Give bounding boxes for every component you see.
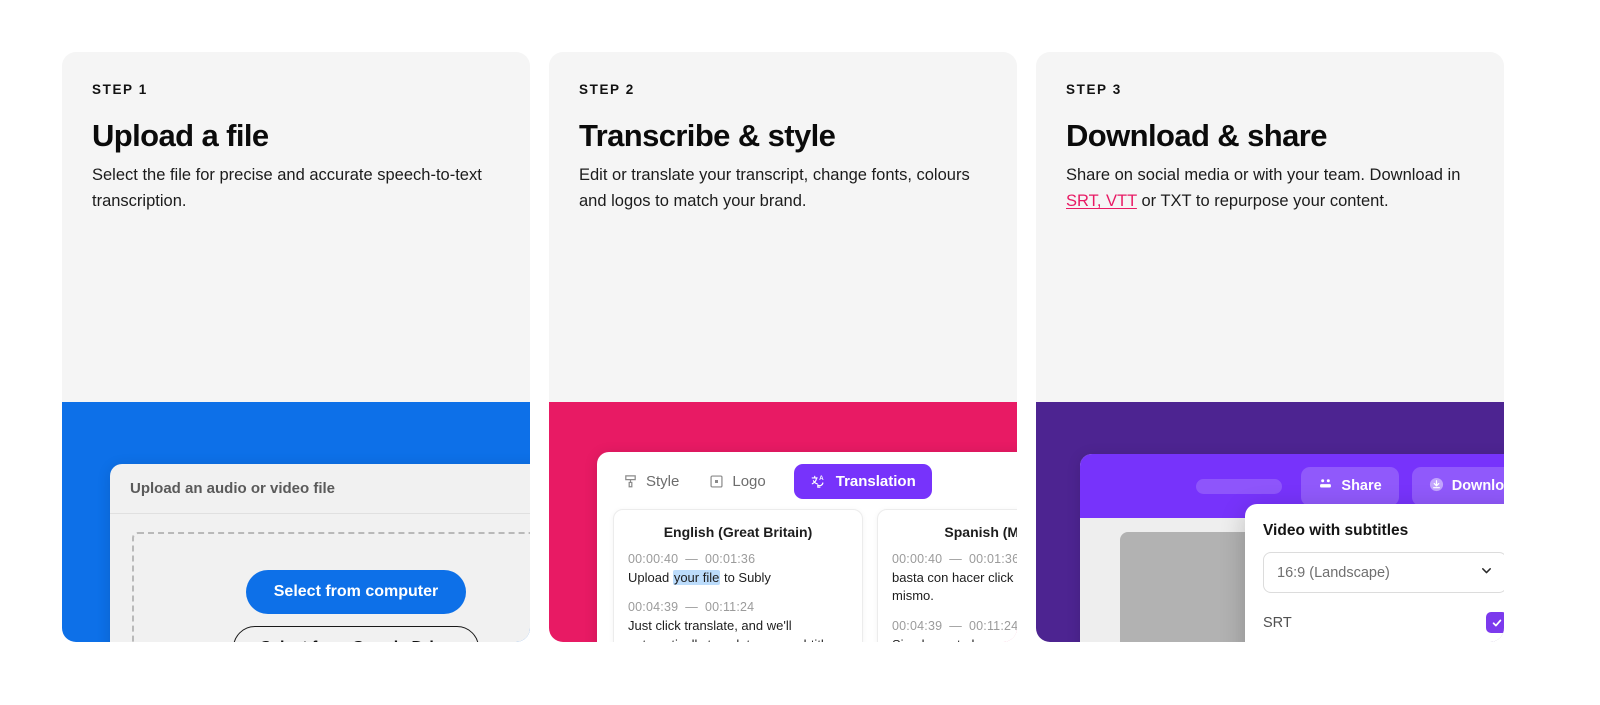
tool-style-label: Style [646, 473, 680, 490]
select-from-computer-button[interactable]: Select from computer [245, 570, 467, 614]
cue-start: 00:04:39 [892, 618, 943, 633]
editor-panel: Style Logo A Translation English (Great … [597, 452, 1017, 642]
download-options-panel: Video with subtitles 16:9 (Landscape) SR… [1245, 504, 1504, 642]
tool-translation[interactable]: A Translation [793, 464, 932, 499]
description-part-2: or TXT to repurpose your content. [1136, 192, 1389, 211]
cue-start: 00:04:39 [628, 600, 679, 615]
cue-text: Upload your file to Subly [628, 569, 848, 587]
cue-text-highlight: your file [672, 570, 721, 585]
cue-dash: — [949, 618, 962, 633]
step-card-3: STEP 3 Download & share Share on social … [1036, 52, 1504, 642]
cue-end: 00:01:36 [704, 552, 756, 566]
transcript-cue[interactable]: 00:04:39 — 00:11:24 Just click translate, … [628, 600, 848, 642]
cue-start: 00:00:40 [628, 552, 679, 566]
cue-text-after: to Subly [720, 570, 771, 585]
transcript-column-english[interactable]: English (Great Britain) 00:00:40 — 00:01:3… [613, 509, 863, 642]
cue-timecode: 00:00:40 — 00:01:36 [628, 552, 848, 566]
transcript-cue[interactable]: 00:00:40 — 00:01:36 basta con hacer click … [892, 552, 1017, 606]
chevron-down-icon [1480, 564, 1493, 581]
upload-button-group: Select from computer Select from Google … [134, 570, 530, 642]
cue-end: 00:01:36 [968, 552, 1017, 566]
cue-end: 00:11:24 [704, 600, 755, 615]
tool-translation-label: Translation [835, 473, 916, 490]
step-label: STEP 2 [579, 82, 635, 97]
card-description: Select the file for precise and accurate… [92, 165, 482, 211]
download-app-window: Share Download Video with [1080, 454, 1504, 642]
cue-text: Just click translate, and we'll automati… [628, 618, 838, 642]
tool-logo[interactable]: Logo [707, 467, 767, 496]
card-2-header: STEP 2 Transcribe & style Edit or transl… [549, 52, 1017, 215]
transcript-column-spanish[interactable]: Spanish (Mexico) 00:00:40 — 00:01:36 basta… [877, 509, 1017, 642]
cue-dash: — [949, 552, 962, 566]
tool-style[interactable]: Style [621, 467, 681, 496]
tool-logo-label: Logo [732, 473, 766, 490]
description-part-1: Share on social media or with your team.… [1066, 165, 1461, 184]
svg-text:A: A [819, 475, 824, 482]
logo-image-icon [709, 474, 724, 489]
share-icon [1318, 477, 1333, 496]
download-panel-title: Video with subtitles [1263, 522, 1409, 539]
card-1-stage: Upload an audio or video file Select fro… [62, 402, 530, 642]
cue-timecode: 00:00:40 — 00:01:36 [892, 552, 1017, 566]
checkbox-srt[interactable] [1486, 612, 1504, 633]
transcript-cue[interactable]: 00:04:39 — 00:11:24 Simplemente haga click… [892, 619, 1017, 642]
share-button[interactable]: Share [1301, 466, 1399, 506]
upload-panel-heading: Upload an audio or video file [110, 464, 530, 514]
cue-dash: — [685, 600, 698, 615]
card-3-stage: Share Download Video with [1036, 402, 1504, 642]
translation-icon: A [810, 473, 827, 490]
cue-start: 00:00:40 [892, 552, 943, 566]
toolbar-placeholder [1196, 478, 1283, 494]
cue-text: Simplemente haga click y traduciremos au… [892, 636, 1017, 642]
cue-text: basta con hacer click archivo aquí mismo… [892, 570, 1017, 604]
format-row-vtt[interactable]: VTT [1263, 638, 1504, 642]
page-title: Transcribe & style [579, 118, 836, 153]
step-card-1: STEP 1 Upload a file Select the file for… [62, 52, 530, 642]
download-button-label: Download [1451, 478, 1504, 494]
language-title: English (Great Britain) [663, 524, 813, 540]
card-description: Share on social media or with your team.… [1066, 162, 1474, 215]
format-row-srt[interactable]: SRT [1263, 607, 1504, 638]
style-brush-icon [623, 474, 638, 489]
format-label: SRT [1263, 614, 1292, 631]
page-title: Download & share [1066, 118, 1327, 153]
card-description: Edit or translate your transcript, chang… [579, 165, 970, 211]
page-title: Upload a file [92, 118, 269, 153]
upload-panel: Upload an audio or video file Select fro… [110, 464, 530, 642]
step-card-2: STEP 2 Transcribe & style Edit or transl… [549, 52, 1017, 642]
aspect-ratio-value: 16:9 (Landscape) [1277, 564, 1390, 581]
transcript-cue[interactable]: 00:00:40 — 00:01:36 Upload your file to Su… [628, 552, 848, 587]
language-title: Spanish (Mexico) [944, 524, 1017, 540]
transcript-columns: English (Great Britain) 00:00:40 — 00:01:3… [597, 509, 1017, 642]
cue-timecode: 00:04:39 — 00:11:24 [892, 619, 1017, 633]
step-label: STEP 3 [1066, 82, 1122, 97]
subtitle-formats-link[interactable]: SRT, VTT [1066, 192, 1137, 210]
editor-toolbar: Style Logo A Translation [597, 452, 1017, 509]
step-label: STEP 1 [92, 82, 148, 97]
steps-board: STEP 1 Upload a file Select the file for… [0, 0, 1600, 705]
select-from-google-drive-button[interactable]: Select from Google Drive [233, 626, 479, 642]
cue-text-before: Upload [628, 570, 673, 585]
aspect-ratio-select[interactable]: 16:9 (Landscape) [1263, 552, 1504, 593]
cue-end: 00:11:24 [968, 618, 1017, 633]
cue-timecode: 00:04:39 — 00:11:24 [628, 600, 848, 614]
share-button-label: Share [1341, 478, 1382, 494]
card-1-header: STEP 1 Upload a file Select the file for… [62, 52, 530, 215]
file-dropzone[interactable]: Select from computer Select from Google … [132, 532, 530, 642]
card-3-header: STEP 3 Download & share Share on social … [1036, 52, 1504, 215]
download-button[interactable]: Download [1411, 466, 1504, 506]
download-icon [1429, 477, 1444, 496]
cue-dash: — [685, 552, 698, 566]
card-2-stage: Style Logo A Translation English (Great … [549, 402, 1017, 642]
